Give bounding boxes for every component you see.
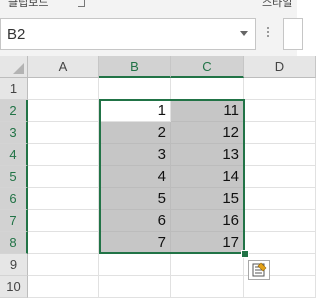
cell-b8[interactable]: 7 bbox=[99, 232, 171, 254]
name-box-value[interactable]: B2 bbox=[7, 26, 25, 43]
row-header-9[interactable]: 9 bbox=[0, 254, 28, 276]
select-all-triangle-icon bbox=[13, 63, 24, 74]
cell-d7[interactable] bbox=[244, 210, 316, 232]
row-header-5[interactable]: 5 bbox=[0, 166, 28, 188]
row-header-7[interactable]: 7 bbox=[0, 210, 28, 232]
row-header-1[interactable]: 1 bbox=[0, 78, 28, 100]
cell-d5[interactable] bbox=[244, 166, 316, 188]
cell-d8[interactable] bbox=[244, 232, 316, 254]
row-header-3[interactable]: 3 bbox=[0, 122, 28, 144]
cell-d4[interactable] bbox=[244, 144, 316, 166]
cell-b2[interactable]: 1 bbox=[99, 100, 171, 122]
cell-b3[interactable]: 2 bbox=[99, 122, 171, 144]
select-all-button[interactable] bbox=[0, 56, 28, 78]
cell-a7[interactable] bbox=[28, 210, 99, 232]
cell-a10[interactable] bbox=[28, 276, 99, 298]
formula-bar-grip-icon[interactable] bbox=[267, 27, 269, 39]
cell-d1[interactable] bbox=[244, 78, 316, 100]
cell-c10[interactable] bbox=[171, 276, 244, 298]
cell-a2[interactable] bbox=[28, 100, 99, 122]
formula-bar: B2 bbox=[0, 8, 303, 56]
row-header-10[interactable]: 10 bbox=[0, 276, 28, 298]
cell-c1[interactable] bbox=[171, 78, 244, 100]
row-header-4[interactable]: 4 bbox=[0, 144, 28, 166]
cell-c4[interactable]: 13 bbox=[171, 144, 244, 166]
cell-b7[interactable]: 6 bbox=[99, 210, 171, 232]
column-header-c[interactable]: C bbox=[171, 56, 244, 78]
fill-handle[interactable] bbox=[241, 250, 249, 258]
row-header-2[interactable]: 2 bbox=[0, 100, 28, 122]
quick-analysis-icon bbox=[252, 262, 267, 277]
cell-a8[interactable] bbox=[28, 232, 99, 254]
cell-b9[interactable] bbox=[99, 254, 171, 276]
cell-b10[interactable] bbox=[99, 276, 171, 298]
row-header-8[interactable]: 8 bbox=[0, 232, 28, 254]
dialog-launcher-icon[interactable] bbox=[78, 0, 85, 7]
chevron-down-icon[interactable] bbox=[240, 31, 248, 36]
cell-b5[interactable]: 4 bbox=[99, 166, 171, 188]
column-header-b[interactable]: B bbox=[99, 56, 171, 78]
cell-a9[interactable] bbox=[28, 254, 99, 276]
cell-d3[interactable] bbox=[244, 122, 316, 144]
name-box[interactable]: B2 bbox=[0, 18, 256, 50]
quick-analysis-button[interactable] bbox=[248, 260, 270, 280]
cell-d6[interactable] bbox=[244, 188, 316, 210]
worksheet-grid: A B C D 1 2 1 11 3 2 12 4 3 13 5 4 14 6 5 15 7 6 16 8 7 17 9 10 bbox=[0, 56, 316, 298]
cell-c6[interactable]: 15 bbox=[171, 188, 244, 210]
cell-d2[interactable] bbox=[244, 100, 316, 122]
cell-c3[interactable]: 12 bbox=[171, 122, 244, 144]
cell-b6[interactable]: 5 bbox=[99, 188, 171, 210]
row-header-6[interactable]: 6 bbox=[0, 188, 28, 210]
column-header-d[interactable]: D bbox=[244, 56, 316, 78]
formula-input[interactable] bbox=[283, 18, 303, 50]
cell-c8[interactable]: 17 bbox=[171, 232, 244, 254]
cell-a1[interactable] bbox=[28, 78, 99, 100]
cell-c5[interactable]: 14 bbox=[171, 166, 244, 188]
column-header-a[interactable]: A bbox=[28, 56, 99, 78]
cell-c2[interactable]: 11 bbox=[171, 100, 244, 122]
cell-b1[interactable] bbox=[99, 78, 171, 100]
cell-a6[interactable] bbox=[28, 188, 99, 210]
cell-b4[interactable]: 3 bbox=[99, 144, 171, 166]
cell-a4[interactable] bbox=[28, 144, 99, 166]
cell-a3[interactable] bbox=[28, 122, 99, 144]
cell-c7[interactable]: 16 bbox=[171, 210, 244, 232]
cell-c9[interactable] bbox=[171, 254, 244, 276]
cell-a5[interactable] bbox=[28, 166, 99, 188]
